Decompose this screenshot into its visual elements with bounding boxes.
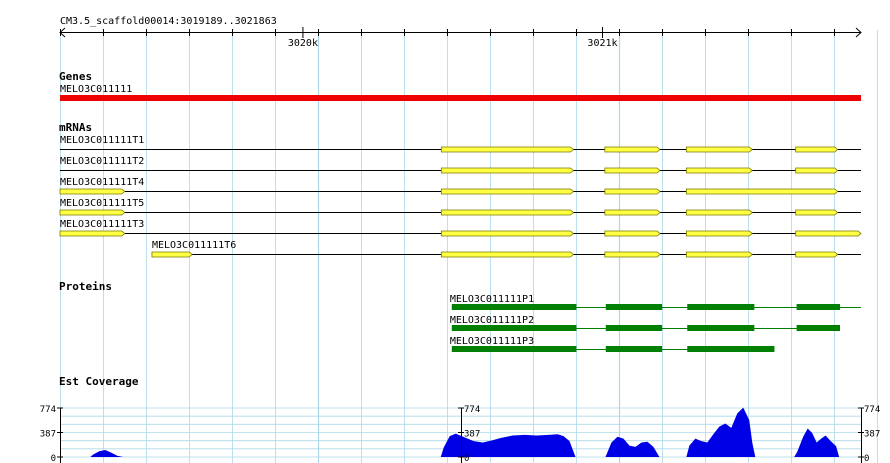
mrna-exon[interactable] bbox=[604, 251, 661, 258]
protein-label: MELO3C011111P2 bbox=[450, 315, 534, 326]
proteins-track[interactable]: MELO3C011111P1 MELO3C011111P2 MELO3C011111… bbox=[450, 294, 861, 352]
mrna-exon[interactable] bbox=[440, 167, 575, 174]
est-axis-label: 0 bbox=[51, 454, 56, 463]
mrna-exon[interactable] bbox=[685, 230, 753, 237]
est-coverage-track-title: Est Coverage bbox=[59, 375, 139, 388]
mrna-exon[interactable] bbox=[795, 251, 839, 258]
mrna-label: MELO3C011111T3 bbox=[60, 219, 144, 230]
mrna-label: MELO3C011111T2 bbox=[60, 156, 144, 167]
ruler-tick-label: 3020k bbox=[288, 38, 318, 49]
protein-label: MELO3C011111P3 bbox=[450, 336, 534, 347]
est-axis-label: 387 bbox=[40, 430, 56, 440]
mrna-label: MELO3C011111T4 bbox=[60, 177, 144, 188]
est-axis-label: 774 bbox=[864, 405, 880, 415]
protein-block[interactable] bbox=[796, 304, 841, 310]
est-axis-label: 387 bbox=[864, 430, 880, 440]
mrna-exon[interactable] bbox=[440, 230, 575, 237]
protein-block[interactable] bbox=[605, 304, 663, 310]
mrna-exon[interactable] bbox=[440, 209, 575, 216]
proteins-track-title: Proteins bbox=[59, 280, 112, 293]
protein-block[interactable] bbox=[451, 346, 577, 352]
protein-block[interactable] bbox=[451, 304, 577, 310]
mrna-exon[interactable] bbox=[685, 251, 753, 258]
mrna-exon[interactable] bbox=[685, 188, 839, 195]
mrna-exon[interactable] bbox=[604, 230, 661, 237]
mrna-exon[interactable] bbox=[795, 209, 839, 216]
mrna-exon[interactable] bbox=[604, 188, 661, 195]
mrna-exon[interactable] bbox=[440, 188, 575, 195]
est-axis-label: 387 bbox=[464, 430, 480, 440]
mrna-label: MELO3C011111T5 bbox=[60, 198, 144, 209]
est-axis-label: 774 bbox=[40, 405, 56, 415]
mrna-exon[interactable] bbox=[440, 146, 575, 153]
protein-block[interactable] bbox=[451, 325, 577, 331]
protein-block[interactable] bbox=[687, 346, 775, 352]
est-axis-label: 774 bbox=[464, 405, 480, 415]
mrna-exon[interactable] bbox=[59, 188, 126, 195]
mrna-exon[interactable] bbox=[151, 251, 193, 258]
track-canvas: CM3.5_scaffold00014:3019189..3021863 302… bbox=[40, 16, 881, 463]
est-axis-label: 0 bbox=[464, 454, 469, 463]
mrna-exon[interactable] bbox=[604, 146, 661, 153]
mrna-exon[interactable] bbox=[795, 167, 839, 174]
protein-block[interactable] bbox=[605, 325, 663, 331]
genes-track[interactable]: MELO3C011111 bbox=[60, 84, 861, 101]
gene-bar[interactable] bbox=[60, 95, 861, 101]
mrna-label: MELO3C011111T6 bbox=[152, 240, 236, 251]
mrna-exon[interactable] bbox=[59, 230, 126, 237]
mrna-exon[interactable] bbox=[795, 230, 862, 237]
gene-label: MELO3C011111 bbox=[60, 84, 132, 95]
protein-block[interactable] bbox=[687, 325, 755, 331]
mrna-label: MELO3C011111T1 bbox=[60, 135, 144, 146]
region-label: CM3.5_scaffold00014:3019189..3021863 bbox=[60, 16, 277, 27]
ruler-tick-label: 3021k bbox=[587, 38, 617, 49]
mrna-exon[interactable] bbox=[59, 209, 126, 216]
genes-track-title: Genes bbox=[59, 70, 92, 83]
protein-block[interactable] bbox=[605, 346, 663, 352]
est-coverage-track[interactable]: 774 387 0 774 387 0 774 387 0 bbox=[40, 405, 881, 463]
mrna-exon[interactable] bbox=[685, 146, 753, 153]
mrna-exon[interactable] bbox=[685, 209, 753, 216]
mrna-exon[interactable] bbox=[440, 251, 575, 258]
genome-browser-view: CM3.5_scaffold00014:3019189..3021863 302… bbox=[0, 0, 890, 463]
mrna-exon[interactable] bbox=[604, 167, 661, 174]
mrna-exon[interactable] bbox=[685, 167, 753, 174]
coordinate-ruler[interactable]: 3020k 3021k bbox=[59, 27, 862, 49]
mrnas-track[interactable]: MELO3C011111T1 MELO3C011111T2 MELO3C011111… bbox=[59, 135, 862, 258]
protein-block[interactable] bbox=[796, 325, 841, 331]
protein-label: MELO3C011111P1 bbox=[450, 294, 534, 305]
mrna-exon[interactable] bbox=[604, 209, 661, 216]
est-axis-label: 0 bbox=[864, 454, 869, 463]
mrnas-track-title: mRNAs bbox=[59, 121, 92, 134]
mrna-exon[interactable] bbox=[795, 146, 839, 153]
protein-block[interactable] bbox=[687, 304, 755, 310]
